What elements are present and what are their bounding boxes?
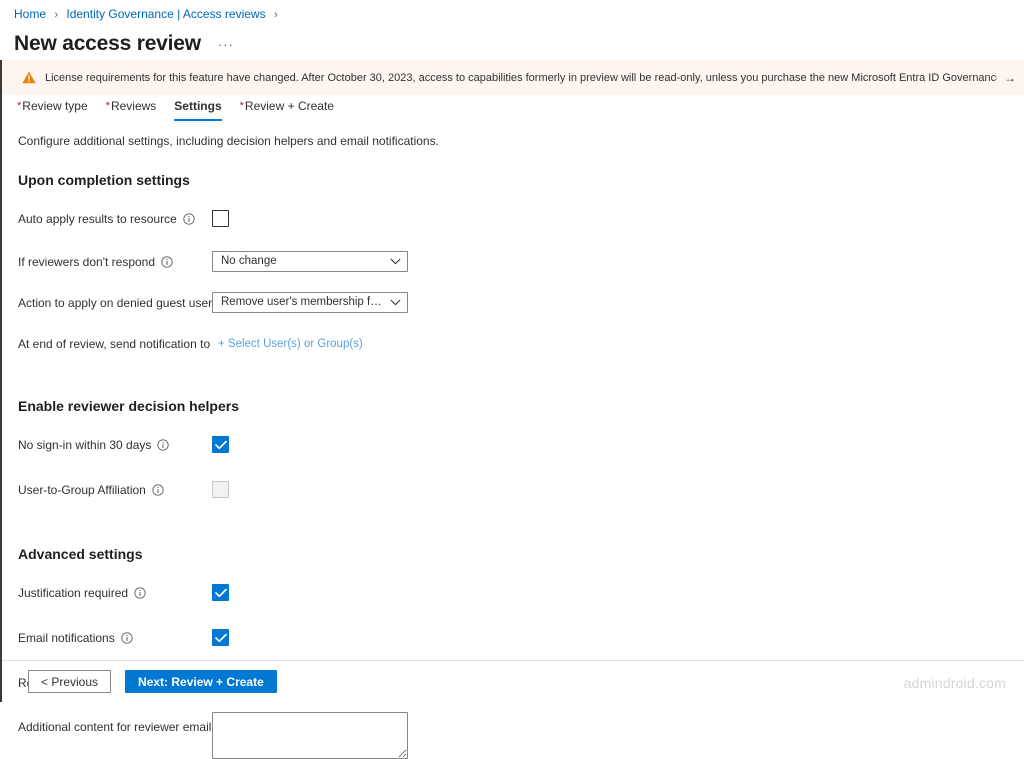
new-access-review-page: Home › Identity Governance | Access revi…: [0, 0, 1024, 759]
required-marker: *: [17, 100, 22, 112]
field-label: No sign-in within 30 days: [18, 437, 212, 453]
breadcrumb-separator-2: ›: [273, 9, 278, 21]
justification-required-checkbox[interactable]: [212, 584, 229, 601]
breadcrumb: Home › Identity Governance | Access revi…: [0, 0, 1024, 23]
field-label: Email notifications: [18, 630, 212, 646]
section-advanced-settings: Advanced settings Justification required: [18, 545, 1024, 759]
additional-content-reviewer-email-textarea[interactable]: [212, 712, 408, 759]
tab-label: Settings: [174, 99, 222, 113]
license-warning-banner[interactable]: License requirements for this feature ha…: [2, 60, 1024, 95]
field-control: [212, 436, 229, 453]
field-control: [212, 584, 229, 601]
field-control: [212, 210, 229, 227]
tab-review-create[interactable]: *Review + Create: [231, 95, 343, 121]
blade-body: License requirements for this feature ha…: [0, 60, 1024, 759]
section-title: Upon completion settings: [18, 172, 190, 188]
more-options-button[interactable]: ···: [215, 37, 237, 52]
form-intro-text: Configure additional settings, including…: [18, 134, 439, 148]
field-control: No change: [212, 251, 408, 272]
warning-triangle-icon: [22, 71, 36, 84]
watermark: admindroid.com: [903, 675, 1006, 691]
license-warning-text: License requirements for this feature ha…: [45, 71, 997, 84]
field-control: + Select User(s) or Group(s): [212, 336, 363, 352]
field-control: [212, 481, 229, 498]
title-row: New access review ···: [0, 23, 1024, 59]
next-review-create-button[interactable]: Next: Review + Create: [125, 670, 277, 693]
field-label: Action to apply on denied guest users: [18, 295, 236, 311]
tab-reviews[interactable]: *Reviews: [97, 95, 166, 121]
breadcrumb-item-identity-governance[interactable]: Identity Governance | Access reviews: [66, 7, 265, 21]
chevron-down-icon: [390, 299, 401, 306]
required-marker: *: [239, 100, 244, 112]
section-upon-completion-settings: Upon completion settings Auto apply resu…: [18, 171, 1024, 359]
field-control: Remove user's membership from t...: [212, 292, 408, 313]
required-marker: *: [105, 100, 110, 112]
info-icon[interactable]: [121, 631, 133, 644]
tab-label: Reviews: [110, 99, 157, 113]
field-label: If reviewers don't respond: [18, 254, 212, 270]
breadcrumb-item-home[interactable]: Home: [14, 7, 46, 21]
tab-settings[interactable]: Settings: [165, 95, 230, 121]
field-no-signin-30-days: No sign-in within 30 days: [18, 429, 1024, 460]
section-title: Advanced settings: [18, 546, 143, 562]
wizard-footer: < Previous Next: Review + Create admindr…: [2, 660, 1024, 702]
previous-button[interactable]: < Previous: [28, 670, 112, 693]
dropdown-value: Remove user's membership from t...: [221, 296, 384, 308]
info-icon[interactable]: [152, 483, 164, 496]
chevron-down-icon: [390, 258, 401, 265]
section-reviewer-decision-helpers: Enable reviewer decision helpers No sign…: [18, 397, 1024, 505]
field-if-reviewers-dont-respond: If reviewers don't respond No change: [18, 246, 1024, 277]
user-to-group-affiliation-checkbox[interactable]: [212, 481, 229, 498]
action-denied-guest-users-dropdown[interactable]: Remove user's membership from t...: [212, 292, 408, 313]
dropdown-value: No change: [221, 255, 277, 267]
info-icon[interactable]: [134, 586, 146, 599]
breadcrumb-separator: ›: [54, 9, 59, 21]
field-end-of-review-notification: At end of review, send notification to +…: [18, 328, 1024, 359]
field-label: User-to-Group Affiliation: [18, 482, 212, 498]
tab-review-type[interactable]: *Review type: [8, 95, 97, 121]
field-label: Auto apply results to resource: [18, 211, 212, 227]
page-title: New access review: [14, 32, 201, 55]
select-users-or-groups-link[interactable]: + Select User(s) or Group(s): [218, 336, 363, 352]
field-additional-content-reviewer-email: Additional content for reviewer email: [18, 712, 1024, 759]
wizard-tabs: *Review type *Reviews Settings *Review +…: [2, 95, 1024, 123]
field-email-notifications: Email notifications: [18, 622, 1024, 653]
field-control: [212, 712, 408, 759]
field-auto-apply-results: Auto apply results to resource: [18, 203, 1024, 234]
tab-label: Review + Create: [244, 99, 334, 113]
section-title: Enable reviewer decision helpers: [18, 398, 239, 414]
no-signin-30-days-checkbox[interactable]: [212, 436, 229, 453]
field-label: Additional content for reviewer email: [18, 712, 230, 735]
field-label: Justification required: [18, 585, 212, 601]
if-reviewers-dont-respond-dropdown[interactable]: No change: [212, 251, 408, 272]
field-justification-required: Justification required: [18, 577, 1024, 608]
info-icon[interactable]: [157, 438, 170, 451]
info-icon[interactable]: [161, 255, 173, 268]
info-icon[interactable]: [183, 212, 195, 225]
tab-label: Review type: [22, 99, 88, 113]
field-user-to-group-affiliation: User-to-Group Affiliation: [18, 474, 1024, 505]
arrow-right-icon[interactable]: →: [1004, 71, 1016, 85]
field-action-denied-guest-users: Action to apply on denied guest users Re…: [18, 287, 1024, 318]
field-label: At end of review, send notification to: [18, 336, 211, 351]
auto-apply-results-checkbox[interactable]: [212, 210, 229, 227]
email-notifications-checkbox[interactable]: [212, 629, 229, 646]
field-control: [212, 629, 229, 646]
